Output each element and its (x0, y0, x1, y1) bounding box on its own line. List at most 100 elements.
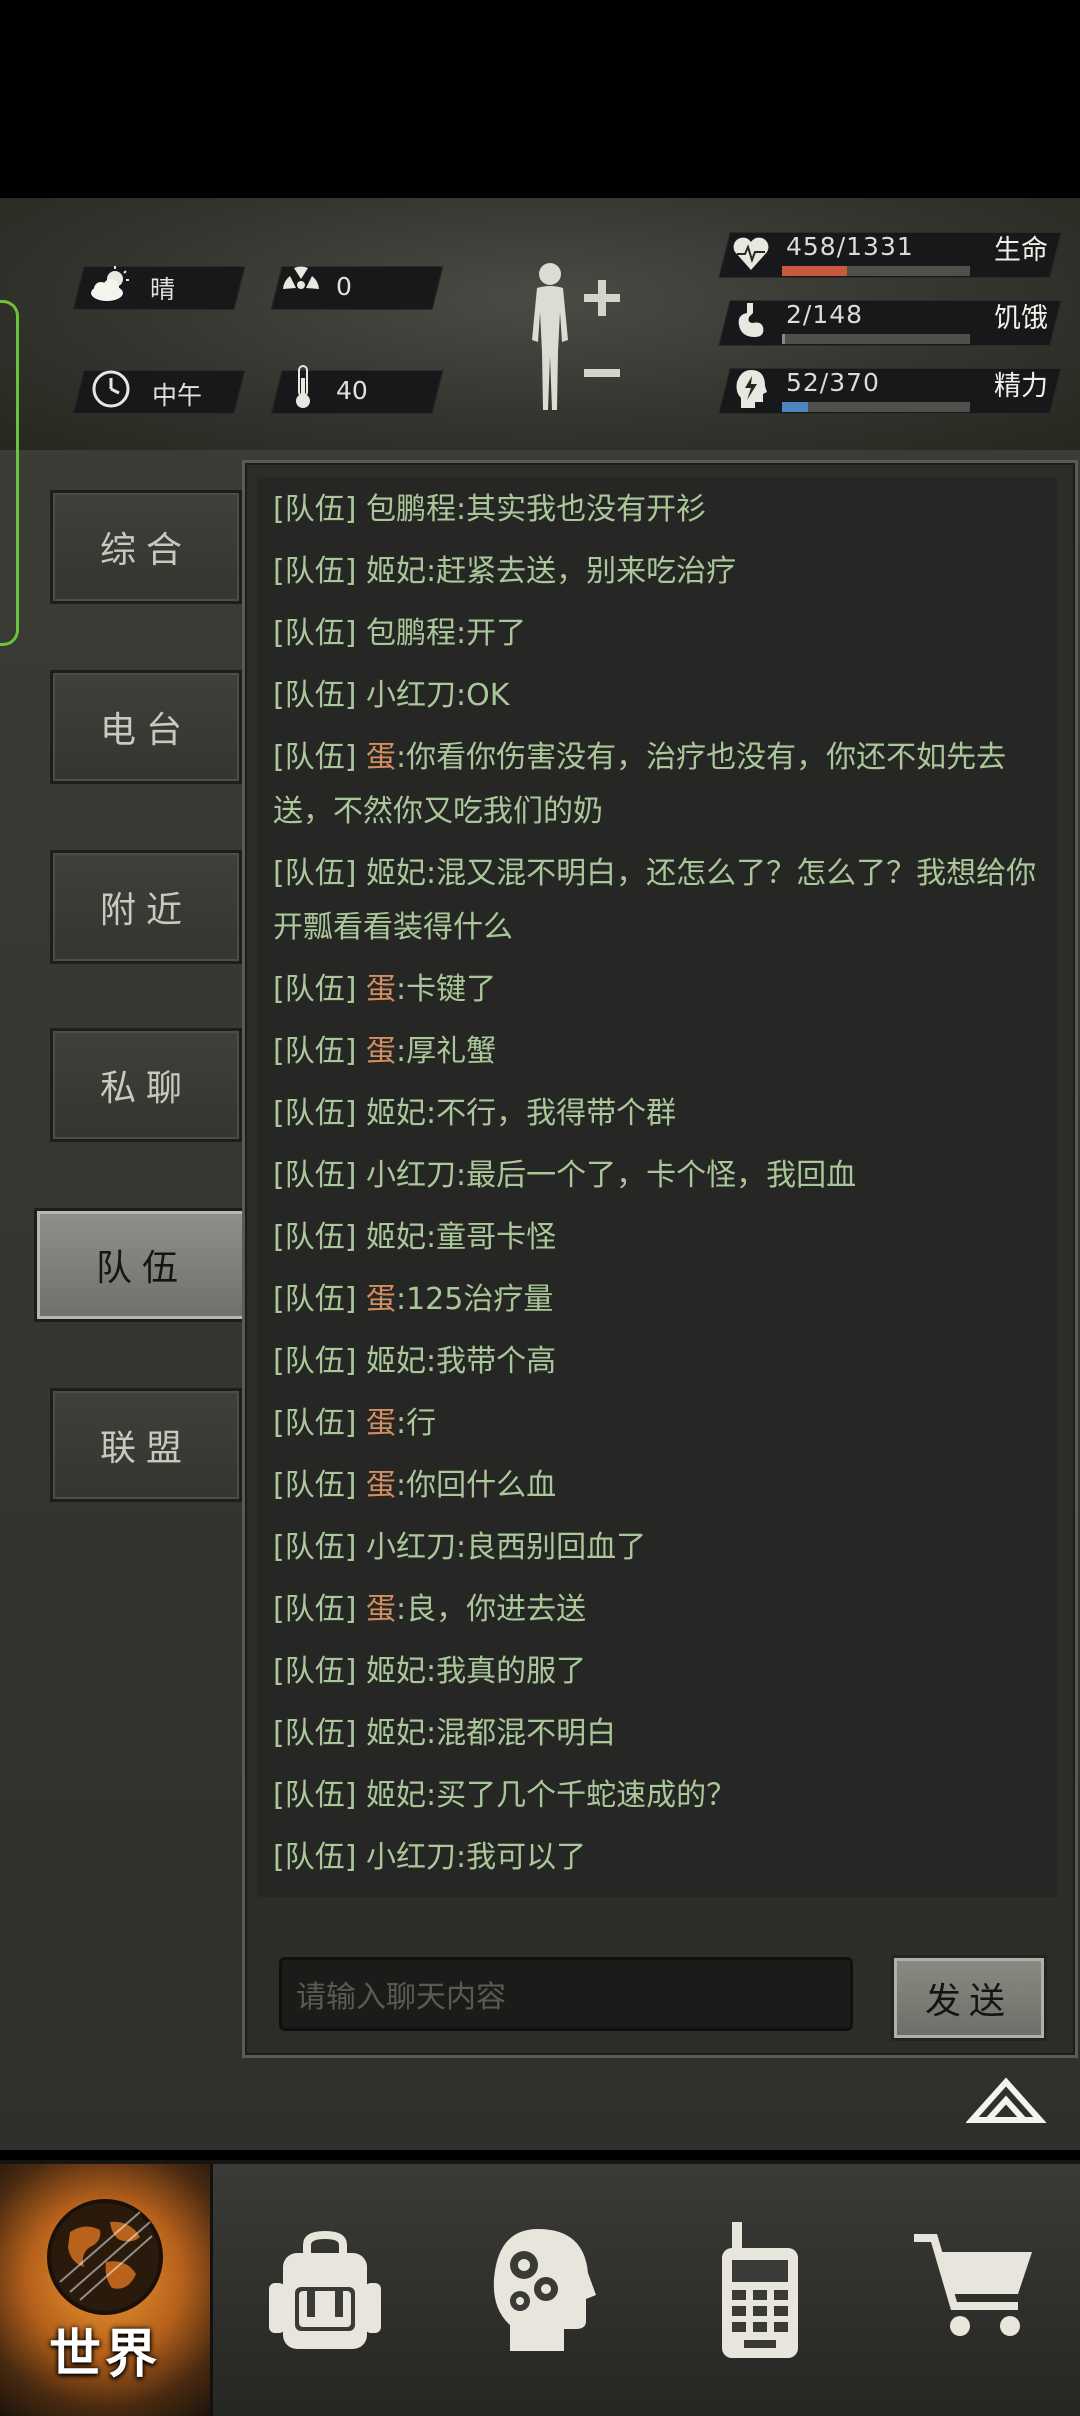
chat-message: [队伍] 蛋:卡键了 (273, 963, 1053, 1017)
chat-sender[interactable]: 包鹏程 (366, 492, 456, 527)
chat-sender[interactable]: 姬妃 (366, 1716, 426, 1751)
tab-alliance[interactable]: 联盟 (50, 1388, 242, 1502)
decrease-minus-icon[interactable] (582, 364, 622, 377)
weather-label: 晴 (150, 275, 176, 304)
health-bar (782, 266, 970, 276)
chat-sender[interactable]: 姬妃 (366, 1344, 426, 1379)
energy-label: 精力 (994, 371, 1048, 402)
chat-message: [队伍] 小红刀:OK (273, 669, 1053, 723)
chat-sender[interactable]: 姬妃 (366, 1778, 426, 1813)
chat-text: :良，你进去送 (395, 1592, 587, 1627)
side-drawer-handle[interactable] (0, 300, 19, 646)
chat-text: :买了几个千蛇速成的？ (425, 1778, 737, 1813)
time-label: 中午 (152, 381, 203, 410)
energy-bar (782, 402, 970, 412)
chat-text: :最后一个了，卡个怪，我回血 (455, 1158, 857, 1193)
chat-text: :卡键了 (395, 972, 497, 1007)
chat-log[interactable]: [队伍] 包鹏程:其实我也没有开衫 [队伍] 姬妃:赶紧去送，别来吃治疗 [队伍] … (257, 477, 1057, 1897)
chat-channel-tag: [队伍] (273, 554, 357, 589)
chat-sender[interactable]: 包鹏程 (366, 616, 456, 651)
nav-skills[interactable] (468, 2164, 618, 2416)
heart-icon (728, 230, 774, 276)
chat-panel: [队伍] 包鹏程:其实我也没有开衫 [队伍] 姬妃:赶紧去送，别来吃治疗 [队伍] … (242, 460, 1078, 2058)
chat-sender[interactable]: 蛋 (366, 972, 396, 1007)
chat-sender[interactable]: 蛋 (366, 1592, 396, 1627)
chat-message: [队伍] 蛋:厚礼蟹 (273, 1025, 1053, 1079)
chat-channel-tag: [队伍] (273, 1034, 357, 1069)
chat-sender[interactable]: 蛋 (366, 1282, 396, 1317)
chat-channel-tag: [队伍] (273, 1282, 357, 1317)
hunger-bar (782, 334, 970, 344)
chat-channel-tag: [队伍] (273, 1530, 357, 1565)
tab-radio[interactable]: 电台 (50, 670, 242, 784)
chat-message: [队伍] 姬妃:我带个高 (273, 1335, 1053, 1389)
chat-message: [队伍] 蛋:良，你进去送 (273, 1583, 1053, 1637)
top-black-area (0, 0, 1080, 198)
chat-sender[interactable]: 小红刀 (366, 1530, 456, 1565)
nav-world-label: 世界 (48, 2325, 161, 2385)
chat-sender[interactable]: 姬妃 (366, 1096, 426, 1131)
tab-general[interactable]: 综合 (50, 490, 242, 604)
health-label: 生命 (994, 235, 1048, 266)
chat-input-placeholder: 请输入聊天内容 (296, 1980, 506, 2015)
tab-private-chat[interactable]: 私聊 (50, 1028, 242, 1142)
chat-message: [队伍] 蛋:行 (273, 1397, 1053, 1451)
radio-phone-icon (722, 2222, 798, 2358)
chat-message: [队伍] 姬妃:买了几个千蛇速成的？ (273, 1769, 1053, 1823)
radiation-value: 0 (336, 272, 352, 301)
radiation-icon (278, 262, 324, 308)
nav-backpack[interactable] (250, 2164, 400, 2416)
chat-channel-tag: [队伍] (273, 1778, 357, 1813)
chat-channel-tag: [队伍] (273, 1840, 357, 1875)
nav-shop[interactable] (900, 2164, 1050, 2416)
backpack-icon (269, 2231, 381, 2349)
tab-nearby[interactable]: 附近 (50, 850, 242, 964)
chat-message: [队伍] 姬妃:我真的服了 (273, 1645, 1053, 1699)
energy-value: 52/370 (786, 368, 880, 397)
body-figure-icon[interactable] (520, 260, 580, 420)
chat-sender[interactable]: 小红刀 (366, 1840, 456, 1875)
chat-message: [队伍] 姬妃:赶紧去送，别来吃治疗 (273, 545, 1053, 599)
chat-text: :我带个高 (425, 1344, 557, 1379)
chat-text: :开了 (455, 616, 527, 651)
chat-text: :125治疗量 (395, 1282, 554, 1317)
chat-input-row: 请输入聊天内容 发送 (245, 1943, 1075, 2053)
chat-sender[interactable]: 小红刀 (366, 1158, 456, 1193)
chat-text: :不行，我得带个群 (425, 1096, 677, 1131)
chat-text: :我可以了 (455, 1840, 587, 1875)
chat-sender[interactable]: 蛋 (366, 740, 396, 775)
chat-message: [队伍] 姬妃:童哥卡怪 (273, 1211, 1053, 1265)
chat-sender[interactable]: 姬妃 (366, 856, 426, 891)
bottom-nav: 世界 (0, 2160, 1080, 2416)
chat-sender[interactable]: 姬妃 (366, 1220, 426, 1255)
chat-channel-tag: [队伍] (273, 1344, 357, 1379)
chat-text: :童哥卡怪 (425, 1220, 557, 1255)
nav-world[interactable]: 世界 (0, 2164, 213, 2416)
chat-channel-tag: [队伍] (273, 616, 357, 651)
chat-sender[interactable]: 小红刀 (366, 678, 456, 713)
chat-input[interactable]: 请输入聊天内容 (279, 1957, 853, 2031)
send-button[interactable]: 发送 (891, 1955, 1047, 2041)
chat-channel-tag: [队伍] (273, 1220, 357, 1255)
chat-message: [队伍] 姬妃:混都混不明白 (273, 1707, 1053, 1761)
tab-team[interactable]: 队伍 (34, 1208, 250, 1322)
chat-sender[interactable]: 蛋 (366, 1468, 396, 1503)
chat-text: :其实我也没有开衫 (455, 492, 707, 527)
chat-text: :OK (455, 678, 510, 713)
chat-channel-tag: [队伍] (273, 1592, 357, 1627)
energy-head-icon (728, 366, 774, 412)
temperature-value: 40 (336, 376, 368, 405)
chat-sender[interactable]: 姬妃 (366, 1654, 426, 1689)
chat-message: [队伍] 小红刀:我可以了 (273, 1831, 1053, 1885)
chat-text: :赶紧去送，别来吃治疗 (425, 554, 737, 589)
nav-radio[interactable] (690, 2164, 830, 2416)
chat-sender[interactable]: 姬妃 (366, 554, 426, 589)
expand-up-icon[interactable] (965, 2070, 1047, 2130)
chat-sender[interactable]: 蛋 (366, 1034, 396, 1069)
chat-message: [队伍] 蛋:你看你伤害没有，治疗也没有，你还不如先去送，不然你又吃我们的奶 (273, 731, 1053, 839)
chat-channel-tag: [队伍] (273, 1716, 357, 1751)
chat-message: [队伍] 蛋:你回什么血 (273, 1459, 1053, 1513)
increase-plus-icon[interactable] (582, 278, 622, 318)
chat-sender[interactable]: 蛋 (366, 1406, 396, 1441)
chat-text: :混都混不明白 (425, 1716, 617, 1751)
